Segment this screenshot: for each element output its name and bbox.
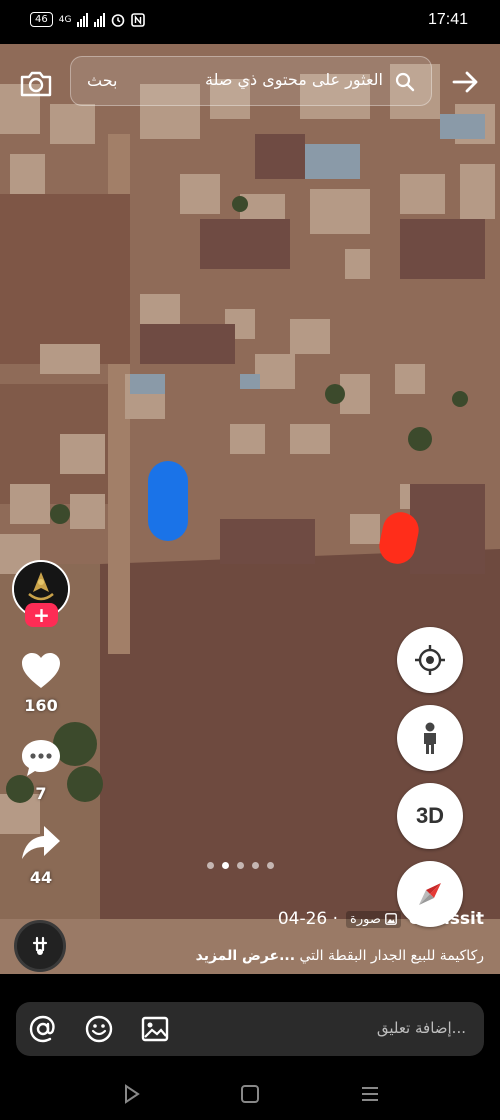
system-nav-bar <box>0 1068 500 1120</box>
comment-input[interactable]: ...إضافة تعليق <box>377 1019 466 1037</box>
3d-toggle-button[interactable]: 3D <box>397 783 463 849</box>
pegman-icon <box>424 722 436 754</box>
photo-tag-label: صورة <box>350 911 381 927</box>
comment-count: 7 <box>35 784 47 803</box>
caption-text[interactable]: ركاكيمة للبيع الجدار البقطة التي ...عرض … <box>196 948 484 964</box>
author-name[interactable]: elhassit <box>409 909 484 929</box>
caption-body: ركاكيمة للبيع الجدار البقطة التي <box>299 948 484 964</box>
clock: 17:41 <box>427 11 468 28</box>
follow-button[interactable]: + <box>25 603 58 627</box>
post-date: 04-26 · <box>277 909 339 929</box>
search-button[interactable]: بحث <box>87 71 118 90</box>
back-icon[interactable] <box>117 1080 145 1108</box>
caption-meta: 04-26 · صورة elhassit <box>278 909 484 929</box>
recents-icon[interactable] <box>356 1080 384 1108</box>
carousel-dot <box>267 862 274 869</box>
carousel-dot <box>237 862 244 869</box>
carousel-indicator <box>207 862 274 869</box>
heart-icon <box>22 653 60 688</box>
blue-marker <box>148 461 188 541</box>
carousel-dot-active <box>222 862 229 869</box>
share-icon <box>22 826 60 859</box>
plus-icon: + <box>33 603 50 627</box>
carousel-dot <box>252 862 259 869</box>
signal-icon <box>94 12 106 27</box>
status-bar: 46 4G 17:41 <box>0 0 500 44</box>
like-count: 160 <box>24 696 58 715</box>
search-icon <box>395 72 415 92</box>
arrow-right-icon <box>452 71 478 93</box>
forward-button[interactable] <box>448 64 484 100</box>
nfc-icon <box>131 12 146 27</box>
home-icon[interactable] <box>236 1080 264 1108</box>
crosshair-icon <box>415 645 445 675</box>
search-bar[interactable]: بحث العثور على محتوى ذي صلة <box>70 56 432 106</box>
share-button[interactable]: 44 <box>10 824 72 887</box>
comment-icon <box>22 740 60 776</box>
carousel-dot <box>207 862 214 869</box>
volte-icon: 4G <box>58 14 72 25</box>
alarm-icon <box>112 13 125 27</box>
search-input[interactable]: العثور على محتوى ذي صلة <box>205 70 383 89</box>
comment-button[interactable]: 7 <box>10 738 72 803</box>
like-button[interactable]: 160 <box>10 652 72 715</box>
camera-icon <box>20 71 52 97</box>
mention-icon[interactable] <box>28 1014 58 1044</box>
music-icon <box>32 936 48 955</box>
compass-icon <box>419 883 441 905</box>
photo-tag: صورة <box>346 910 401 928</box>
image-icon <box>384 913 397 925</box>
street-view-button[interactable] <box>397 705 463 771</box>
image-icon[interactable] <box>140 1014 170 1044</box>
network-badge: 46 <box>30 12 53 27</box>
music-disc[interactable] <box>14 920 66 972</box>
status-left: 46 4G <box>30 12 146 27</box>
signal-icon <box>77 12 89 27</box>
comment-bar[interactable]: ...إضافة تعليق <box>16 1002 484 1056</box>
locate-button[interactable] <box>397 627 463 693</box>
camera-button[interactable] <box>16 64 56 104</box>
see-more-link[interactable]: ...عرض المزيد <box>196 948 295 964</box>
emoji-icon[interactable] <box>84 1014 114 1044</box>
share-count: 44 <box>29 868 53 887</box>
